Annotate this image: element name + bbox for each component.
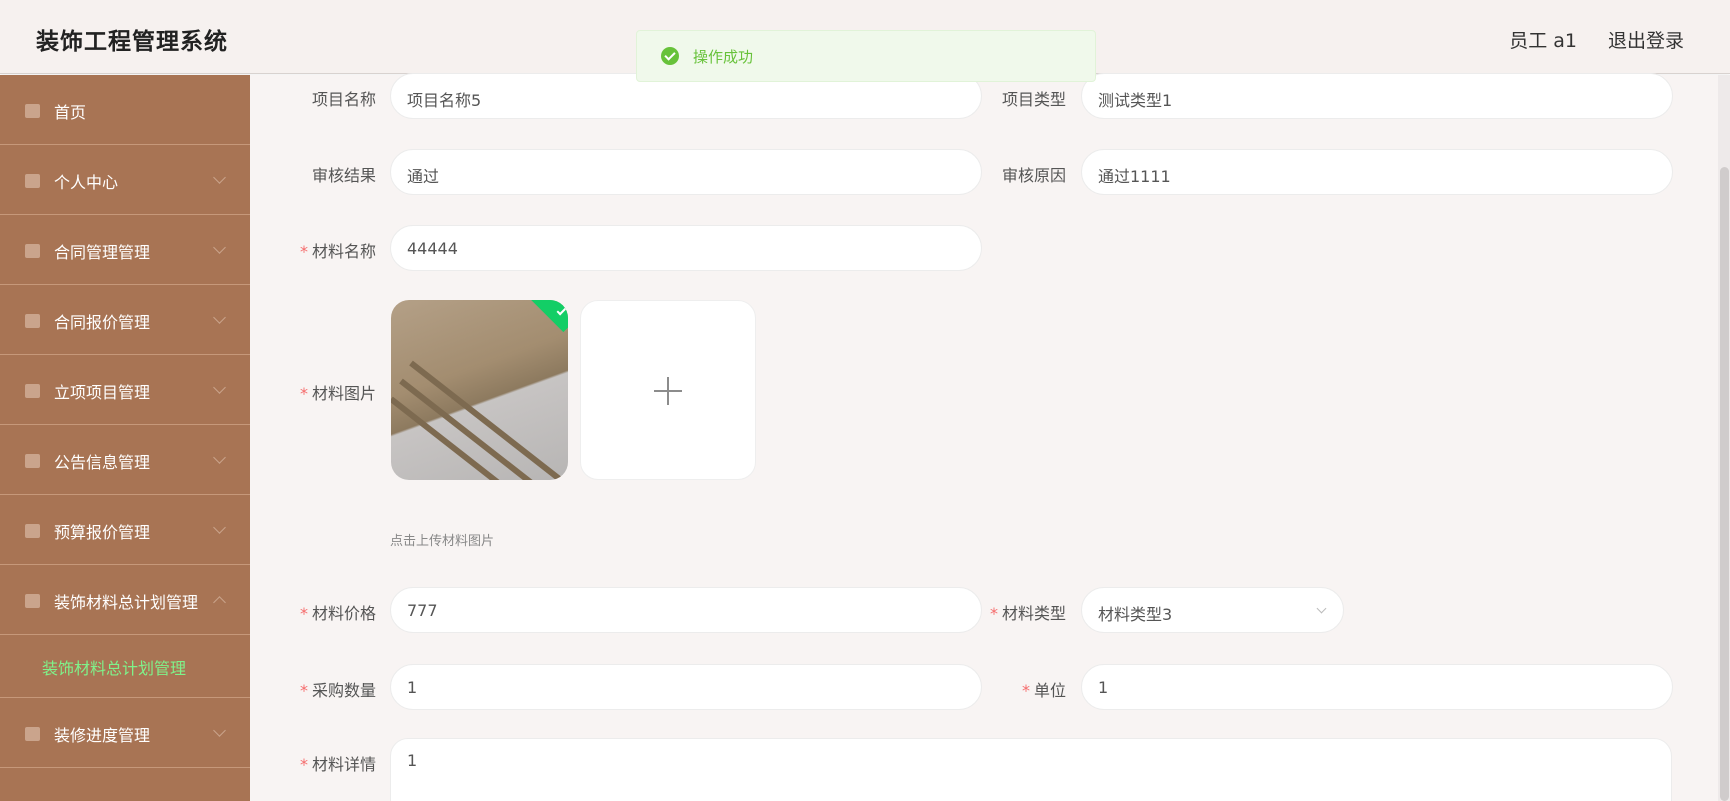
material-type-label: * 材料类型 xyxy=(989,604,1066,623)
success-circle-icon xyxy=(661,47,679,65)
submenu-item-material-plan[interactable]: 装饰材料总计划管理 xyxy=(0,635,250,698)
sidebar-item-personal-center[interactable]: 个人中心 xyxy=(0,145,250,215)
sidebar-item-label: 合同管理管理 xyxy=(54,243,151,262)
review-result-label: 审核结果 xyxy=(311,166,376,185)
sidebar-item-label: 合同报价管理 xyxy=(54,313,151,332)
upload-image-button[interactable] xyxy=(580,300,756,480)
sidebar-item-label: 公告信息管理 xyxy=(54,453,151,472)
notice-icon xyxy=(25,454,40,468)
material-type-value: 材料类型3 xyxy=(1098,605,1173,624)
sidebar-item-contract-quote[interactable]: 合同报价管理 xyxy=(0,285,250,355)
material-price-field[interactable]: 777 xyxy=(390,587,982,633)
sidebar-item-material-plan[interactable]: 装饰材料总计划管理 xyxy=(0,565,250,635)
sidebar-item-budget[interactable]: 预算报价管理 xyxy=(0,495,250,565)
sidebar-item-label: 个人中心 xyxy=(54,173,119,192)
project-type-field[interactable]: 测试类型1 xyxy=(1081,73,1673,119)
success-toast: 操作成功 xyxy=(636,30,1096,82)
toast-message: 操作成功 xyxy=(693,48,754,66)
project-name-label: 项目名称 xyxy=(311,90,376,109)
submenu-item-label: 装饰材料总计划管理 xyxy=(42,659,187,678)
sidebar-item-notice[interactable]: 公告信息管理 xyxy=(0,425,250,495)
material-detail-label: * 材料详情 xyxy=(299,755,376,774)
progress-icon xyxy=(25,727,40,741)
sidebar-item-label: 装饰材料总计划管理 xyxy=(54,593,199,612)
chevron-up-icon xyxy=(213,596,226,609)
material-price-label: * 材料价格 xyxy=(299,604,376,623)
material-icon xyxy=(25,594,40,608)
chevron-down-icon xyxy=(213,724,226,737)
unit-field[interactable]: 1 xyxy=(1081,664,1673,710)
sidebar-item-home[interactable]: 首页 xyxy=(0,75,250,145)
material-image-thumbnail[interactable] xyxy=(391,300,568,480)
sidebar-item-contract[interactable]: 合同管理管理 xyxy=(0,215,250,285)
chevron-down-icon xyxy=(213,311,226,324)
upload-tip: 点击上传材料图片 xyxy=(390,534,495,549)
current-user: 员工 a1 xyxy=(1509,30,1577,52)
chevron-down-icon xyxy=(213,521,226,534)
purchase-qty-label: * 采购数量 xyxy=(299,681,376,700)
home-icon xyxy=(25,104,40,118)
material-detail-textarea[interactable]: 1 xyxy=(390,738,1672,801)
scrollbar-thumb[interactable] xyxy=(1720,167,1729,801)
budget-icon xyxy=(25,524,40,538)
sidebar-item-label: 首页 xyxy=(54,103,87,122)
sidebar-item-label: 装修进度管理 xyxy=(54,726,151,745)
chevron-down-icon xyxy=(213,381,226,394)
sidebar-item-label: 预算报价管理 xyxy=(54,523,151,542)
unit-label: * 单位 xyxy=(1021,681,1066,700)
project-type-label: 项目类型 xyxy=(1001,90,1066,109)
list-icon xyxy=(25,314,40,328)
review-result-field[interactable]: 通过 xyxy=(390,149,982,195)
scrollbar[interactable] xyxy=(1718,75,1730,801)
chevron-down-icon xyxy=(213,241,226,254)
sidebar-item-progress[interactable]: 装修进度管理 xyxy=(0,698,250,768)
app-title: 装饰工程管理系统 xyxy=(36,29,228,55)
chevron-down-icon xyxy=(1316,603,1327,614)
material-type-select[interactable]: 材料类型3 xyxy=(1081,587,1344,633)
purchase-qty-field[interactable]: 1 xyxy=(390,664,982,710)
review-reason-label: 审核原因 xyxy=(1001,166,1066,185)
chevron-down-icon xyxy=(213,171,226,184)
project-icon xyxy=(25,384,40,398)
review-reason-field[interactable]: 通过1111 xyxy=(1081,149,1673,195)
contract-icon xyxy=(25,244,40,258)
sidebar-item-project[interactable]: 立项项目管理 xyxy=(0,355,250,425)
sidebar: 首页 个人中心 合同管理管理 合同报价管理 立项项目管理 公告信息管理 预算报价… xyxy=(0,75,250,801)
material-image-label: * 材料图片 xyxy=(299,384,376,403)
chevron-down-icon xyxy=(213,451,226,464)
material-name-field[interactable]: 44444 xyxy=(390,225,982,271)
sidebar-item-label: 立项项目管理 xyxy=(54,383,151,402)
material-name-label: * 材料名称 xyxy=(299,242,376,261)
user-icon xyxy=(25,174,40,188)
logout-button[interactable]: 退出登录 xyxy=(1608,26,1684,53)
